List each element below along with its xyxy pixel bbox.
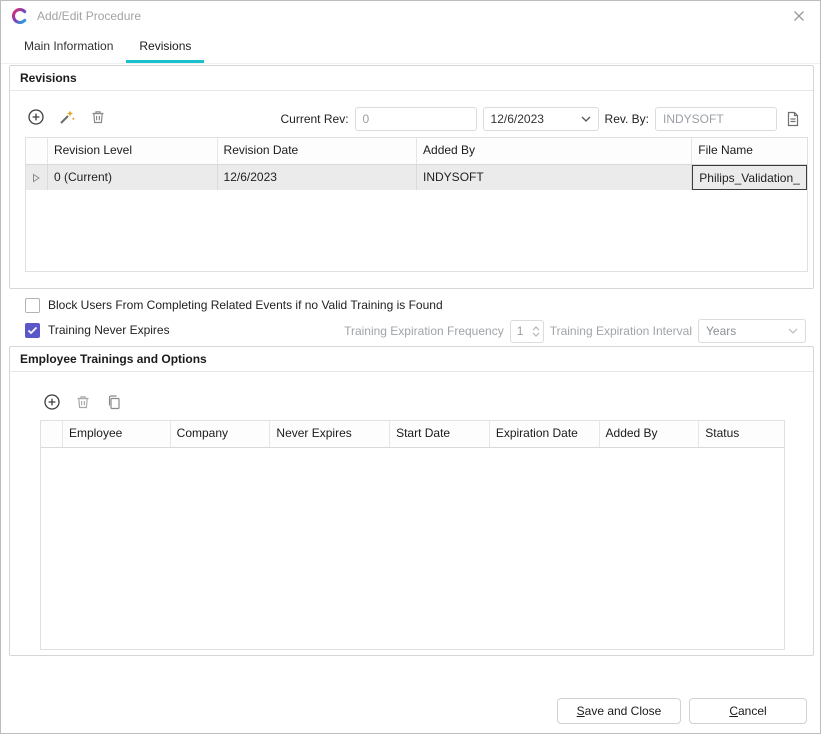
- cell-revision-level: 0 (Current): [48, 165, 218, 190]
- current-rev-input[interactable]: [355, 107, 477, 131]
- cancel-label-rest: ancel: [738, 704, 767, 718]
- expiration-frequency-stepper[interactable]: 1: [510, 320, 544, 343]
- copy-employee-training-icon[interactable]: [104, 392, 124, 412]
- revisions-panel: Revisions Current Rev: 12/6/2023 R: [9, 65, 814, 289]
- save-mnemonic: S: [577, 704, 585, 718]
- expiration-controls: Training Expiration Frequency 1 Training…: [344, 318, 806, 344]
- header-revision-date[interactable]: Revision Date: [218, 138, 417, 164]
- employee-grid-body: [41, 448, 784, 649]
- add-employee-training-icon[interactable]: [42, 392, 62, 412]
- expiration-interval-label: Training Expiration Interval: [550, 324, 692, 338]
- revisions-toolbar: [26, 107, 108, 127]
- header-added-by[interactable]: Added By: [600, 421, 700, 447]
- header-status[interactable]: Status: [699, 421, 784, 447]
- employee-grid: Employee Company Never Expires Start Dat…: [40, 420, 785, 650]
- header-expiration-date[interactable]: Expiration Date: [490, 421, 600, 447]
- tab-main-information[interactable]: Main Information: [11, 31, 126, 63]
- employee-toolbar: [42, 392, 124, 412]
- revisions-grid-body: [26, 190, 807, 271]
- training-never-expires-row: Training Never Expires: [25, 321, 170, 339]
- tab-bar: Main Information Revisions: [1, 31, 820, 64]
- header-company[interactable]: Company: [171, 421, 271, 447]
- header-start-date[interactable]: Start Date: [390, 421, 490, 447]
- training-never-expires-label: Training Never Expires: [48, 323, 170, 337]
- cancel-mnemonic: C: [729, 704, 738, 718]
- cell-file-name: Philips_Validation_: [692, 165, 807, 190]
- employee-trainings-panel-title: Employee Trainings and Options: [10, 347, 813, 372]
- employee-trainings-panel: Employee Trainings and Options Employee …: [9, 346, 814, 656]
- chevron-down-icon: [581, 116, 591, 122]
- expiration-interval-value: Years: [706, 324, 788, 338]
- save-and-close-button[interactable]: Save and Close: [557, 698, 681, 724]
- window-title: Add/Edit Procedure: [37, 9, 141, 23]
- block-users-checkbox[interactable]: [25, 298, 40, 313]
- header-added-by[interactable]: Added By: [417, 138, 692, 164]
- block-users-label: Block Users From Completing Related Even…: [48, 298, 443, 312]
- cancel-button[interactable]: Cancel: [689, 698, 807, 724]
- cell-revision-date: 12/6/2023: [218, 165, 417, 190]
- header-selector-column: [41, 421, 63, 447]
- edit-revision-wand-icon[interactable]: [57, 107, 77, 127]
- revision-date-value: 12/6/2023: [491, 112, 581, 126]
- delete-revision-icon[interactable]: [88, 107, 108, 127]
- revision-row[interactable]: 0 (Current) 12/6/2023 INDYSOFT Philips_V…: [26, 165, 807, 190]
- rev-by-label: Rev. By:: [605, 112, 649, 126]
- employee-grid-header: Employee Company Never Expires Start Dat…: [41, 421, 784, 448]
- header-file-name[interactable]: File Name: [692, 138, 807, 164]
- block-users-row: Block Users From Completing Related Even…: [25, 296, 443, 314]
- tab-revisions[interactable]: Revisions: [126, 31, 204, 63]
- app-logo-icon: [11, 7, 29, 25]
- expiration-frequency-label: Training Expiration Frequency: [344, 324, 504, 338]
- header-employee[interactable]: Employee: [63, 421, 171, 447]
- training-never-expires-checkbox[interactable]: [25, 323, 40, 338]
- revisions-grid-header: Revision Level Revision Date Added By Fi…: [26, 138, 807, 165]
- cell-added-by: INDYSOFT: [417, 165, 692, 190]
- save-label-rest: ave and Close: [585, 704, 662, 718]
- current-rev-label: Current Rev:: [281, 112, 349, 126]
- rev-by-input[interactable]: [655, 107, 777, 131]
- expiration-frequency-value: 1: [511, 324, 532, 338]
- revision-fields: Current Rev: 12/6/2023 Rev. By:: [281, 106, 804, 132]
- add-edit-procedure-dialog: Add/Edit Procedure Main Information Revi…: [0, 0, 821, 734]
- row-expander-icon[interactable]: [26, 165, 48, 190]
- revisions-grid: Revision Level Revision Date Added By Fi…: [25, 137, 808, 272]
- stepper-arrows-icon[interactable]: [532, 326, 543, 337]
- header-revision-level[interactable]: Revision Level: [48, 138, 218, 164]
- revisions-panel-title: Revisions: [10, 66, 813, 91]
- view-file-icon[interactable]: [783, 109, 803, 129]
- title-bar: Add/Edit Procedure: [1, 1, 820, 31]
- add-revision-icon[interactable]: [26, 107, 46, 127]
- header-never-expires[interactable]: Never Expires: [270, 421, 390, 447]
- close-icon[interactable]: [788, 5, 810, 27]
- header-expander-column: [26, 138, 48, 164]
- expiration-interval-dropdown[interactable]: Years: [698, 319, 806, 343]
- chevron-down-icon: [788, 328, 798, 334]
- revision-date-dropdown[interactable]: 12/6/2023: [483, 107, 599, 131]
- delete-employee-training-icon[interactable]: [73, 392, 93, 412]
